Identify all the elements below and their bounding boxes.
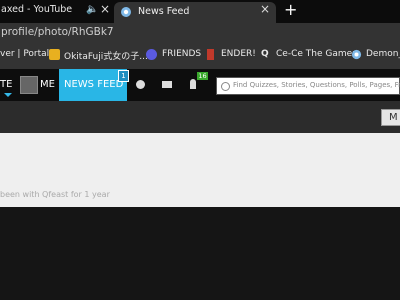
avatar[interactable] [20,76,38,94]
bookmark-demon[interactable]: Demon_C [366,49,400,59]
qfeast-bookmark-icon [351,49,362,60]
bookmark-cece[interactable]: Ce-Ce The Gamer [276,49,356,59]
search-input[interactable]: Find Quizzes, Stories, Questions, Polls,… [216,77,400,95]
tab-title: News Feed [138,6,190,17]
nav-me-link[interactable]: ME [40,79,55,90]
mail-icon[interactable] [162,81,172,88]
browser-tab-strip: axed - YouTube 🔈 × News Feed × + [0,0,400,23]
bookmarks-bar: ver | Portal OkitaFuji式女の子... FRIENDS EN… [0,44,400,69]
close-icon[interactable]: × [100,2,110,16]
news-feed-label: NEWS FEED [64,79,124,90]
notifications-badge: 16 [197,72,208,80]
dropdown-arrow-icon [4,93,12,97]
bell-icon[interactable] [190,79,196,89]
globe-icon[interactable] [136,80,145,89]
address-bar[interactable]: profile/photo/RhGBk7 [0,23,400,44]
bookmark-folder-icon [49,49,60,60]
nav-te-label[interactable]: TE [0,79,12,90]
profile-toolbar: M [0,101,400,133]
url-text[interactable]: profile/photo/RhGBk7 [1,26,114,38]
profile-panel: been with Qfeast for 1 year [0,133,400,207]
bookmark-c-icon [146,49,157,60]
search-icon [221,82,230,91]
qfeast-favicon-icon [121,7,131,17]
tab-title: axed - YouTube [1,4,73,15]
tab-news-feed[interactable]: News Feed × [114,2,276,23]
membership-text: been with Qfeast for 1 year [0,190,110,199]
nav-news-feed[interactable]: NEWS FEED [59,69,127,101]
speaker-icon[interactable]: 🔈 [86,4,98,15]
bookmark-friends[interactable]: FRIENDS [162,49,201,59]
tab-youtube[interactable]: axed - YouTube 🔈 × [0,0,112,23]
q-icon: Q [261,49,269,59]
bookmark-ender[interactable]: ENDER! [221,49,256,59]
content-area [0,207,400,300]
news-feed-badge: 1 [118,70,129,82]
new-tab-button[interactable]: + [284,0,297,19]
bookmark-okitafuji[interactable]: OkitaFuji式女の子... [64,49,148,62]
site-nav: TE ME NEWS FEED 1 16 Find Quizzes, Stori… [0,69,400,101]
search-placeholder: Find Quizzes, Stories, Questions, Polls,… [233,81,400,89]
profile-action-button[interactable]: M [381,109,400,126]
close-icon[interactable]: × [260,2,270,16]
bookmark-portal[interactable]: ver | Portal [0,49,49,59]
bookmark-ender-icon [207,49,214,60]
